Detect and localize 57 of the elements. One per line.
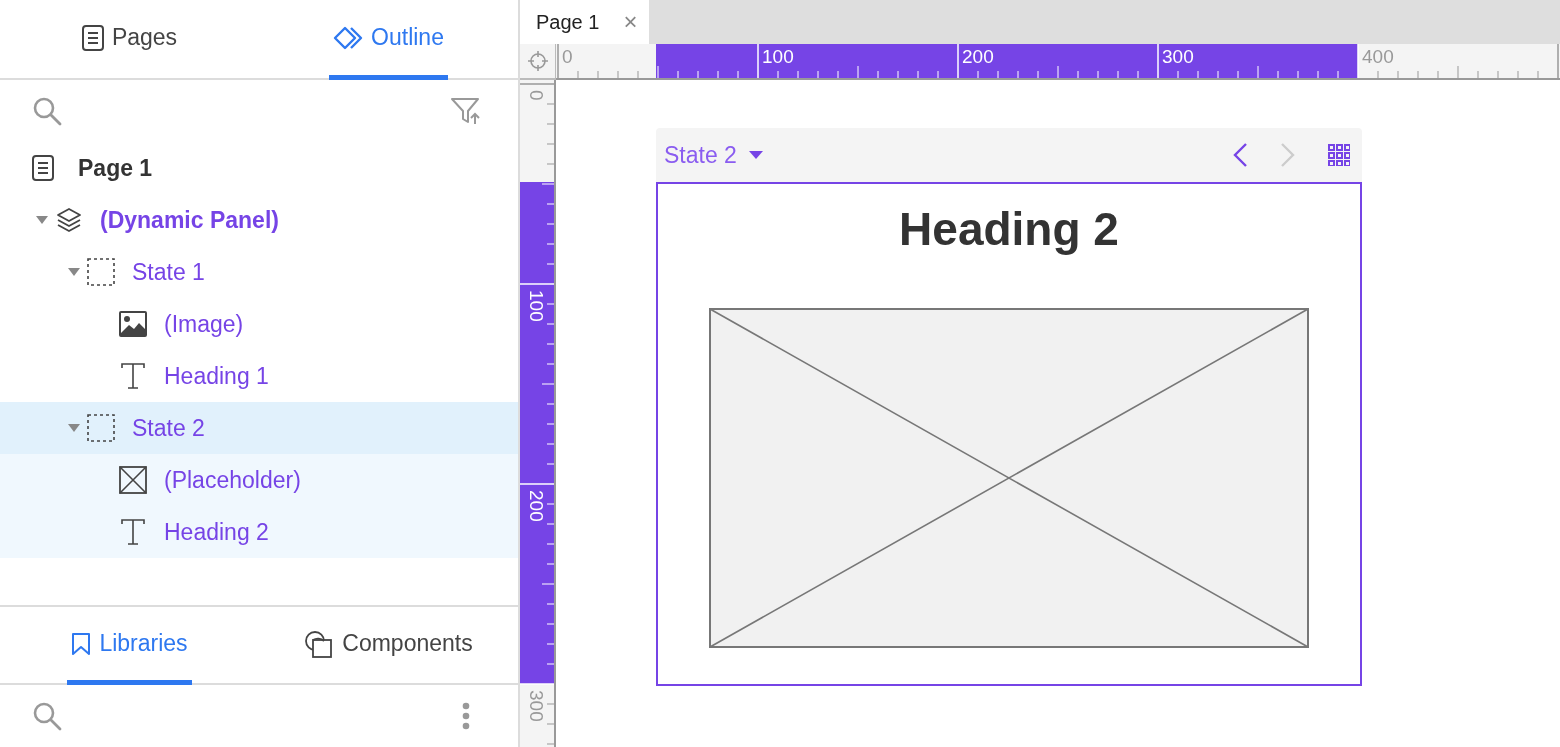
outline-row[interactable]: (Placeholder) — [0, 454, 518, 506]
outline-row[interactable]: State 1 — [0, 246, 518, 298]
outline-label: Heading 1 — [164, 361, 269, 391]
close-button[interactable]: × — [623, 10, 638, 34]
outline-label: (Dynamic Panel) — [100, 205, 279, 235]
ruler-label: 0 — [562, 47, 573, 66]
search-icon[interactable] — [32, 96, 62, 126]
ruler-label: 300 — [1162, 47, 1194, 66]
grid-icon[interactable] — [1328, 144, 1350, 166]
outline-row[interactable]: Page 1 — [0, 142, 518, 194]
outline-row[interactable]: Heading 1 — [0, 350, 518, 402]
outline-row[interactable]: (Dynamic Panel) — [0, 194, 518, 246]
outline-label: Heading 2 — [164, 517, 269, 547]
placeholder-icon — [119, 466, 147, 494]
dynamic-panel[interactable]: Heading 2 — [656, 182, 1362, 686]
document-tab[interactable]: Page 1 × — [520, 0, 650, 44]
panel-tab[interactable]: Outline — [329, 0, 448, 80]
outline-row[interactable]: (Image) — [0, 298, 518, 350]
outline-label: State 1 — [132, 257, 205, 287]
page-icon — [32, 155, 54, 181]
more-icon[interactable] — [462, 702, 470, 730]
text-icon — [121, 363, 145, 389]
bookmark-icon — [71, 631, 92, 656]
dashed-square-icon — [87, 414, 115, 442]
panel-tab[interactable]: Pages — [77, 0, 182, 80]
ruler-label: 100 — [527, 290, 546, 322]
outline-label: Page 1 — [78, 153, 153, 183]
outline-row[interactable]: Heading 2 — [0, 506, 518, 558]
state-dropdown[interactable]: State 2 — [664, 137, 763, 173]
layers-icon — [56, 207, 82, 233]
panel-tab[interactable]: Libraries — [67, 607, 192, 685]
crosshair-icon[interactable] — [527, 51, 548, 71]
ruler-label: 300 — [527, 690, 546, 722]
page-icon — [81, 24, 104, 51]
dashed-square-icon — [87, 258, 115, 286]
outline-row[interactable]: State 2 — [0, 402, 518, 454]
caret-icon[interactable] — [68, 268, 80, 276]
outline-label: State 2 — [132, 413, 205, 443]
caret-icon — [748, 151, 763, 159]
image-icon — [119, 311, 147, 337]
tab-title: Page 1 — [536, 10, 600, 35]
caret-icon[interactable] — [36, 216, 48, 224]
text-icon — [121, 519, 145, 545]
filter-icon[interactable] — [450, 97, 482, 125]
previous-icon[interactable] — [1232, 142, 1248, 168]
ruler-label: 200 — [962, 47, 994, 66]
ruler-label: 0 — [527, 90, 546, 101]
outline-label: (Image) — [164, 309, 244, 339]
ruler-label: 400 — [1362, 47, 1394, 66]
ruler-label: 100 — [762, 47, 794, 66]
shapes-icon — [304, 629, 335, 658]
outline-label: (Placeholder) — [164, 465, 301, 495]
diamonds-icon — [333, 25, 364, 50]
caret-icon[interactable] — [68, 424, 80, 432]
ruler-label: 200 — [527, 490, 546, 522]
search-icon[interactable] — [32, 701, 62, 731]
panel-tab[interactable]: Components — [300, 607, 477, 685]
